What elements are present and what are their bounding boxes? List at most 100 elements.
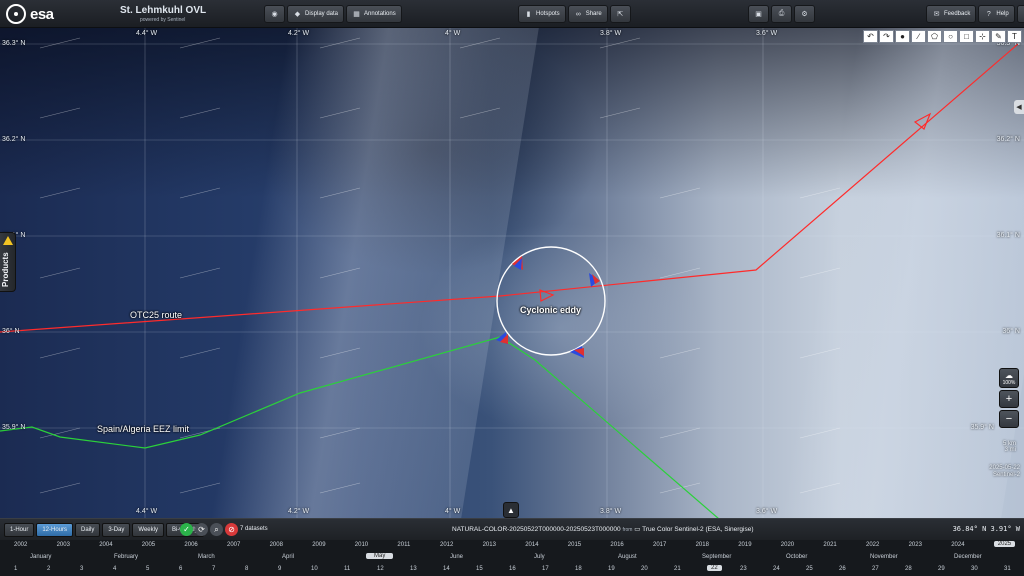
redo-icon[interactable]: ↷ [879, 30, 894, 43]
point-icon[interactable]: ● [895, 30, 910, 43]
month-item[interactable]: April [282, 554, 294, 560]
save-button[interactable]: ▣ [748, 5, 769, 23]
month-item[interactable]: January [30, 554, 51, 560]
day-item[interactable]: 11 [344, 566, 350, 572]
period-3-day[interactable]: 3-Day [102, 523, 131, 537]
help-button[interactable]: ? Help [978, 5, 1015, 23]
export-button[interactable]: ⇱ [609, 5, 631, 23]
day-item[interactable]: 23 [740, 566, 747, 572]
period-12-hours[interactable]: 12-Hours [36, 523, 74, 537]
products-tab[interactable]: Products [0, 232, 16, 292]
display-data-button[interactable]: ◆ Display data [287, 5, 345, 23]
year-item[interactable]: 2013 [483, 542, 496, 548]
clear-icon[interactable]: ⊘ [225, 523, 238, 536]
day-item[interactable]: 17 [542, 566, 549, 572]
text-icon[interactable]: T [1007, 30, 1022, 43]
year-item[interactable]: 2024 [951, 542, 964, 548]
month-item[interactable]: February [114, 554, 138, 560]
opacity-button[interactable]: ☁ 100% [999, 368, 1019, 388]
period-1-hour[interactable]: 1-Hour [4, 523, 35, 537]
account-button[interactable]: ☁ [1016, 5, 1024, 23]
timeline-toggle-button[interactable]: ▲ [503, 502, 519, 518]
day-item[interactable]: 18 [575, 566, 582, 572]
day-item[interactable]: 21 [674, 566, 681, 572]
year-item[interactable]: 2022 [866, 542, 879, 548]
year-item[interactable]: 2009 [312, 542, 325, 548]
year-item[interactable]: 2018 [696, 542, 709, 548]
month-item[interactable]: May [366, 553, 394, 559]
settings-button[interactable]: ⚙ [794, 5, 815, 23]
month-item[interactable]: September [702, 554, 731, 560]
year-item[interactable]: 2020 [781, 542, 794, 548]
day-item[interactable]: 7 [212, 566, 215, 572]
day-item[interactable]: 24 [773, 566, 780, 572]
day-item[interactable]: 29 [938, 566, 945, 572]
year-item[interactable]: 2015 [568, 542, 581, 548]
year-item[interactable]: 2002 [14, 542, 27, 548]
year-item[interactable]: 2021 [823, 542, 836, 548]
year-item[interactable]: 2006 [184, 542, 197, 548]
polygon-icon[interactable]: ⬠ [927, 30, 942, 43]
edit-icon[interactable]: ✎ [991, 30, 1006, 43]
year-item[interactable]: 2008 [270, 542, 283, 548]
undo-icon[interactable]: ↶ [863, 30, 878, 43]
measure-icon[interactable]: ⊹ [975, 30, 990, 43]
day-item[interactable]: 8 [245, 566, 248, 572]
satellite-map[interactable]: 36.3° N 36.2° N 36.1° N 36° N 35.9° N 36… [0, 28, 1024, 518]
month-item[interactable]: November [870, 554, 898, 560]
day-item[interactable]: 3 [80, 566, 83, 572]
day-item[interactable]: 4 [113, 566, 116, 572]
hotspots-button[interactable]: ▮ Hotspots [518, 5, 566, 23]
zoom-data-icon[interactable]: ⌕ [210, 523, 223, 536]
period-daily[interactable]: Daily [75, 523, 101, 537]
day-item[interactable]: 20 [641, 566, 648, 572]
period-weekly[interactable]: Weekly [132, 523, 164, 537]
year-item[interactable]: 2010 [355, 542, 368, 548]
share-button[interactable]: ∞ Share [567, 5, 608, 23]
day-item[interactable]: 14 [443, 566, 450, 572]
esa-logo[interactable]: esa [6, 4, 54, 24]
day-item[interactable]: 30 [971, 566, 978, 572]
day-item[interactable]: 12 [377, 566, 384, 572]
day-item[interactable]: 1 [14, 566, 17, 572]
refresh-icon[interactable]: ⟳ [195, 523, 208, 536]
day-item[interactable]: 26 [839, 566, 846, 572]
day-item[interactable]: 31 [1004, 566, 1011, 572]
year-item[interactable]: 2016 [610, 542, 623, 548]
day-item[interactable]: 19 [608, 566, 615, 572]
year-item[interactable]: 2023 [909, 542, 922, 548]
annotations-button[interactable]: ▦ Annotations [346, 5, 402, 23]
day-item[interactable]: 27 [872, 566, 879, 572]
day-item[interactable]: 2 [47, 566, 50, 572]
print-button[interactable]: ⎙ [771, 5, 792, 23]
year-item[interactable]: 2019 [738, 542, 751, 548]
month-item[interactable]: August [618, 554, 637, 560]
rectangle-icon[interactable]: □ [959, 30, 974, 43]
globe-button[interactable]: ◉ [264, 5, 285, 23]
day-item[interactable]: 28 [905, 566, 912, 572]
year-item[interactable]: 2003 [57, 542, 70, 548]
check-icon[interactable]: ✓ [180, 523, 193, 536]
zoom-out-button[interactable]: − [999, 410, 1019, 428]
year-item[interactable]: 2005 [142, 542, 155, 548]
day-item[interactable]: 22 [707, 565, 722, 571]
day-item[interactable]: 25 [806, 566, 813, 572]
day-item[interactable]: 5 [146, 566, 149, 572]
month-item[interactable]: October [786, 554, 807, 560]
year-item[interactable]: 2014 [525, 542, 538, 548]
day-item[interactable]: 9 [278, 566, 281, 572]
zoom-in-button[interactable]: + [999, 390, 1019, 408]
month-item[interactable]: March [198, 554, 215, 560]
year-item[interactable]: 2007 [227, 542, 240, 548]
month-item[interactable]: December [954, 554, 982, 560]
collapse-panel-button[interactable]: ◀ [1014, 100, 1024, 114]
day-item[interactable]: 6 [179, 566, 182, 572]
day-item[interactable]: 13 [410, 566, 417, 572]
day-item[interactable]: 15 [476, 566, 483, 572]
month-item[interactable]: June [450, 554, 463, 560]
datasets-count[interactable]: 7 datasets [240, 526, 268, 532]
month-item[interactable]: July [534, 554, 545, 560]
year-item[interactable]: 2004 [99, 542, 112, 548]
year-item[interactable]: 2017 [653, 542, 666, 548]
year-item[interactable]: 2025 [993, 541, 1016, 547]
